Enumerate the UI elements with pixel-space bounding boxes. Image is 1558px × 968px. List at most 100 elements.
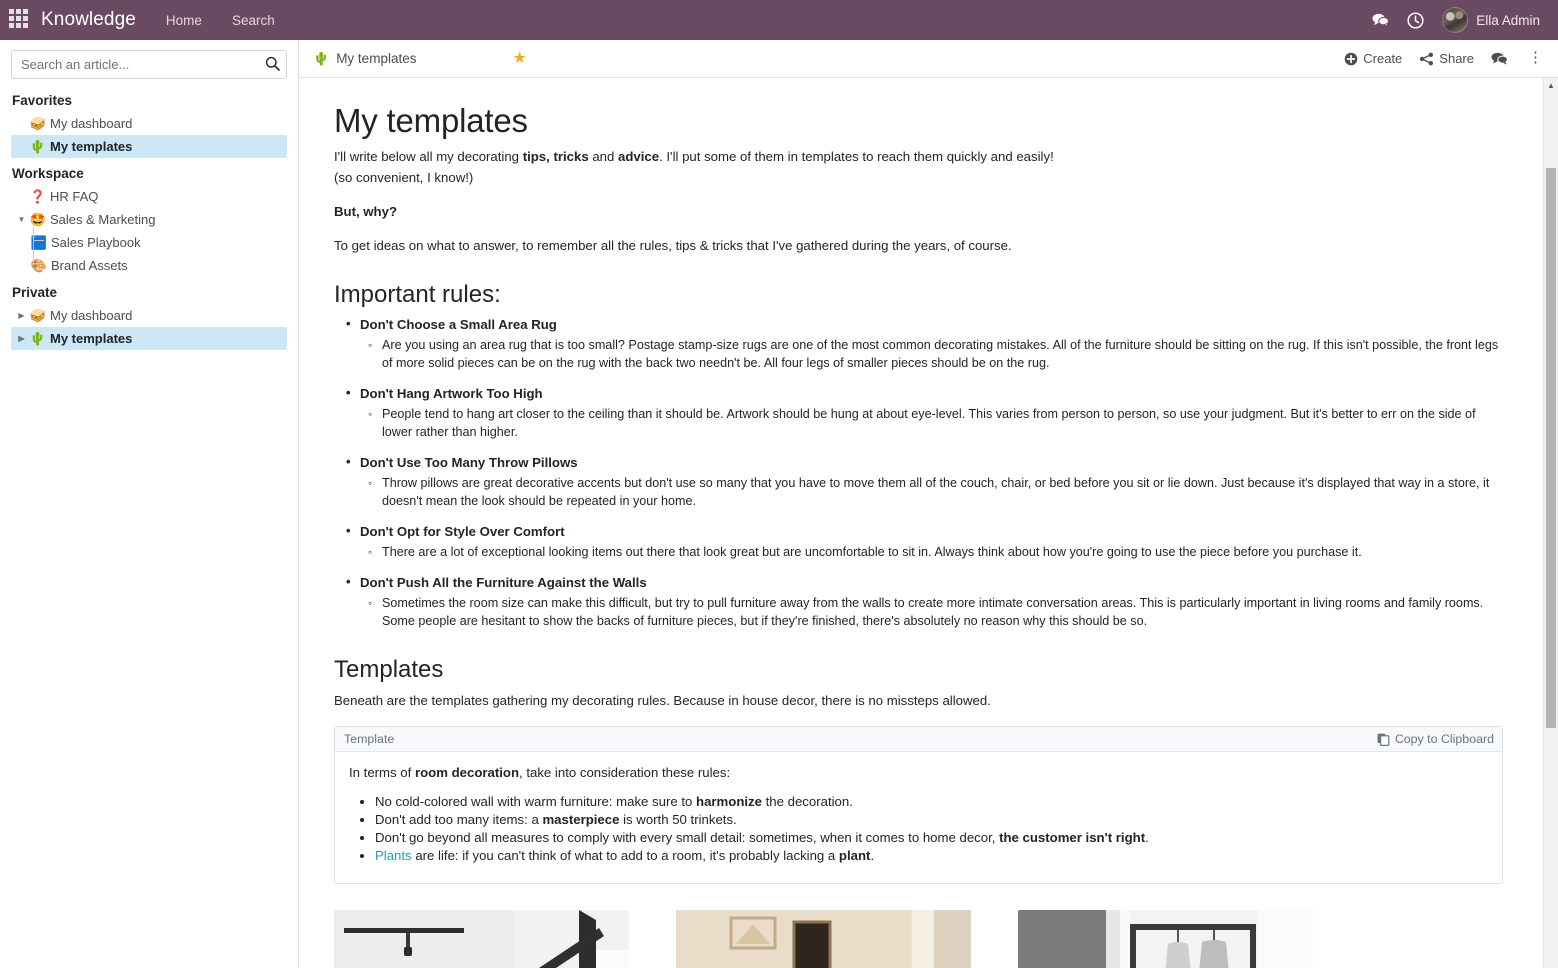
template-lead-pre: In terms of [349,765,415,780]
main-content: 🌵 My templates ★ Create Share ⋮ My templ… [299,40,1558,968]
sidebar-item-my-templates-private[interactable]: ▶ 🌵 My templates [11,327,287,350]
template-rule-bold: harmonize [696,794,762,809]
breadcrumb[interactable]: 🌵 My templates [313,51,416,67]
rule-title: Don't Push All the Furniture Against the… [346,574,1503,590]
intro-paragraph-line-2: (so convenient, I know!) [334,170,474,185]
important-rules-heading: Important rules: [334,281,501,308]
template-rule-post: the decoration. [761,794,853,809]
template-rule-item: Plants are life: if you can't think of w… [375,847,1488,865]
create-button[interactable]: Create [1344,51,1402,66]
clock-icon[interactable] [1407,11,1424,29]
sidebar-search [11,50,287,79]
intro-text-pre: I'll write below all my decorating [334,149,523,164]
cactus-icon: 🌵 [29,330,47,346]
template-rule-pre: No cold-colored wall with warm furniture… [375,794,697,809]
template-rule-bold: plant [838,848,871,863]
why-heading: But, why? [334,203,1503,221]
template-rule-post: . [1145,830,1149,845]
breadcrumb-label: My templates [336,51,417,66]
image-gallery [334,910,1503,968]
template-rule-pre: Don't go beyond all measures to comply w… [375,830,1000,845]
chevron-down-icon[interactable]: ▼ [15,215,28,224]
plants-link[interactable]: Plants [375,848,412,863]
search-input[interactable] [11,50,287,79]
rule-item: Don't Push All the Furniture Against the… [346,574,1503,630]
sidebar-item-hr-faq[interactable]: ▶ ❓ HR FAQ [11,185,287,208]
copy-to-clipboard-label: Copy to Clipboard [1394,732,1494,746]
sidebar-item-label: Brand Assets [51,258,128,273]
question-mark-icon: ❓ [29,188,47,204]
scroll-up-arrow-icon[interactable]: ▲ [1544,78,1558,93]
rule-body: There are a lot of exceptional looking i… [368,543,1503,561]
vertical-dots-icon[interactable]: ⋮ [1525,51,1546,65]
sidebar-item-label: My dashboard [50,116,133,131]
rule-title: Don't Choose a Small Area Rug [346,316,1503,332]
copy-to-clipboard-button[interactable]: Copy to Clipboard [1377,732,1494,746]
navbar-right-group: Ella Admin [1372,7,1548,33]
nav-item-home[interactable]: Home [164,9,204,32]
chat-bubble-icon[interactable] [1372,12,1390,28]
sidebar-item-sales-and-marketing[interactable]: ▼ 🤩 Sales & Marketing [11,208,287,231]
interior-photo-clothes-rack[interactable] [1018,910,1313,968]
document-scroll-area: My templates I'll write below all my dec… [299,78,1558,968]
intro-bold-tips: tips, tricks [522,149,589,164]
template-lead-bold: room decoration [414,765,520,780]
favorite-star-icon[interactable]: ★ [512,50,526,67]
chevron-right-icon[interactable]: ▶ [15,334,28,343]
sidebar-item-my-templates-favorite[interactable]: ▶ 🌵 My templates [11,135,287,158]
template-lead-post: , take into consideration these rules: [519,765,731,780]
sidebar-item-brand-assets[interactable]: 🎨 Brand Assets [11,238,287,277]
share-icon [1420,52,1434,65]
template-rule-bold: masterpiece [542,812,620,827]
template-rule-item: Don't go beyond all measures to comply w… [375,829,1488,847]
template-card-header: Template Copy to Clipboard [335,727,1502,752]
sidebar-item-sales-playbook[interactable]: 🟦 Sales Playbook [11,228,287,254]
create-label: Create [1363,51,1403,66]
template-rule-post: . [870,848,875,863]
rule-title: Don't Hang Artwork Too High [346,385,1503,401]
sidebar-section-private: Private [12,285,58,300]
interior-photo-bedroom-wall-art[interactable] [676,910,971,968]
rule-item: Don't Opt for Style Over Comfort There a… [346,523,1503,561]
vertical-scrollbar[interactable]: ▲ [1543,78,1558,968]
why-body: To get ideas on what to answer, to remem… [334,238,1012,253]
search-icon[interactable] [265,56,280,71]
template-card: Template Copy to Clipboard In terms of r… [334,726,1503,884]
template-rules-list: No cold-colored wall with warm furniture… [349,793,1488,865]
app-shell: Favorites ▶ 🥪 My dashboard ▶ 🌵 My templa… [0,40,1558,968]
user-menu[interactable]: Ella Admin [1442,7,1540,33]
rule-title: Don't Opt for Style Over Comfort [346,523,1503,539]
nav-item-search[interactable]: Search [230,9,277,32]
chevron-right-icon[interactable]: ▶ [15,311,28,320]
cactus-icon: 🌵 [313,50,330,66]
rule-body: Are you using an area rug that is too sm… [368,336,1503,372]
template-rule-item: Don't add too many items: a masterpiece … [375,811,1488,829]
apps-grid-icon[interactable] [9,9,31,31]
sidebar-item-my-dashboard-private[interactable]: ▶ 🥪 My dashboard [11,304,287,327]
scrollbar-thumb[interactable] [1546,168,1556,728]
sidebar-item-label: My templates [50,139,133,154]
cactus-icon: 🌵 [29,138,47,154]
share-button[interactable]: Share [1419,51,1474,66]
sidebar-item-my-dashboard-favorite[interactable]: ▶ 🥪 My dashboard [11,112,287,135]
interior-photo-stairs-rail[interactable] [334,910,629,968]
user-name-label: Ella Admin [1476,12,1540,28]
sidebar-item-label: Sales & Marketing [50,212,156,227]
app-brand-knowledge[interactable]: Knowledge [41,9,136,31]
top-navbar: Knowledge Home Search Ella Admin [0,0,1558,40]
avatar [1442,7,1469,33]
template-card-label: Template [344,732,395,746]
share-label: Share [1439,51,1474,66]
sidebar-item-label: Sales Playbook [51,235,141,250]
chat-bubble-icon[interactable] [1491,51,1508,66]
toolbar-actions: Create Share ⋮ [1344,51,1546,66]
template-rule-post: is worth 50 trinkets. [619,812,737,827]
rule-item: Don't Use Too Many Throw Pillows Throw p… [346,454,1503,510]
template-card-body: In terms of room decoration, take into c… [335,752,1502,883]
intro-text-post: . I'll put some of them in templates to … [659,149,1054,164]
template-rule-pre: are life: if you can't think of what to … [411,848,839,863]
template-lead: In terms of room decoration, take into c… [349,765,1488,780]
rule-item: Don't Choose a Small Area Rug Are you us… [346,316,1503,372]
tree-connector [33,238,44,264]
sidebar-section-workspace: Workspace [12,166,84,181]
